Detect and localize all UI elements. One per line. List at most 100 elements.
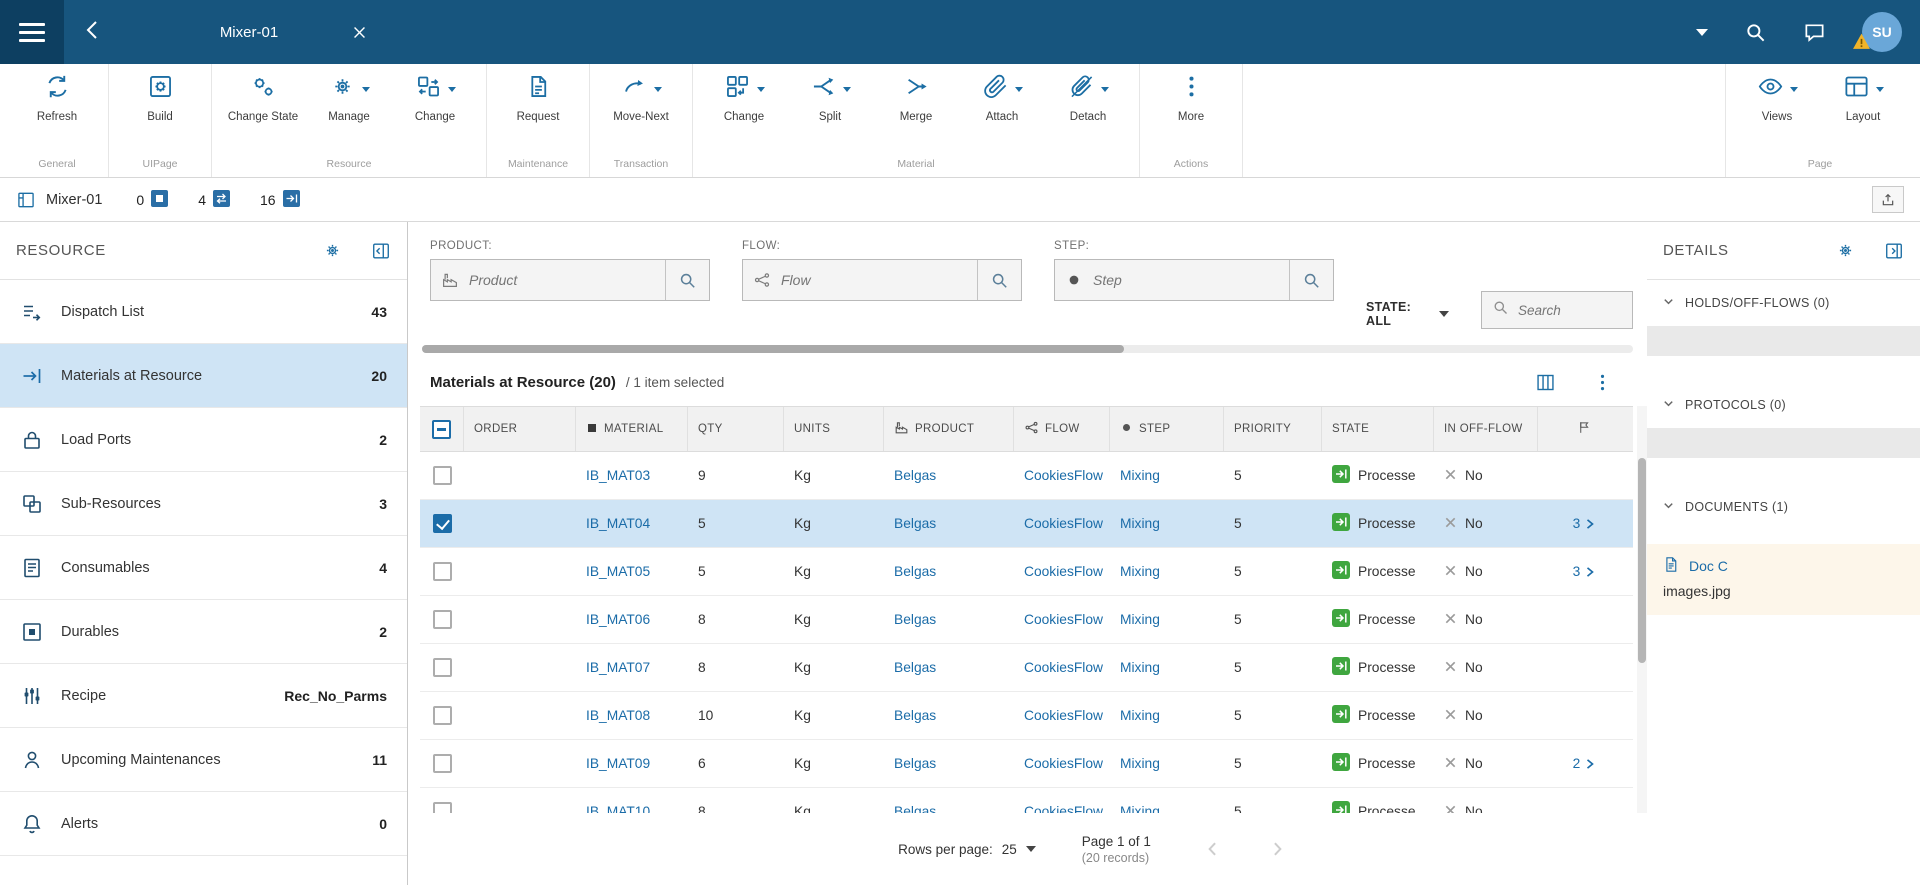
material-link[interactable]: IB_MAT09 — [586, 756, 650, 771]
table-row[interactable]: IB_MAT06 8 Kg Belgas CookiesFlow Mixing … — [420, 596, 1633, 644]
product-link[interactable]: Belgas — [894, 612, 936, 627]
collapse-left-panel-icon[interactable] — [371, 241, 391, 261]
more-button[interactable]: More — [1148, 64, 1234, 124]
row-checkbox[interactable] — [432, 658, 452, 677]
horizontal-scrollbar-thumb[interactable] — [422, 345, 1125, 353]
product-link[interactable]: Belgas — [894, 564, 936, 579]
section-documents[interactable]: DOCUMENTS (1) — [1647, 484, 1920, 530]
material-link[interactable]: IB_MAT07 — [586, 660, 650, 675]
table-row[interactable]: IB_MAT08 10 Kg Belgas CookiesFlow Mixing… — [420, 692, 1633, 740]
split-button[interactable]: Split — [787, 64, 873, 124]
sidebar-item-alerts[interactable]: Alerts 0 — [0, 792, 407, 856]
table-row[interactable]: IB_MAT07 8 Kg Belgas CookiesFlow Mixing … — [420, 644, 1633, 692]
back-button[interactable] — [64, 0, 122, 64]
product-link[interactable]: Belgas — [894, 804, 936, 813]
step-link[interactable]: Mixing — [1120, 708, 1160, 723]
product-link[interactable]: Belgas — [894, 756, 936, 771]
step-link[interactable]: Mixing — [1120, 660, 1160, 675]
material-link[interactable]: IB_MAT06 — [586, 612, 650, 627]
request-button[interactable]: Request — [495, 64, 581, 124]
change-state-button[interactable]: Change State — [220, 64, 306, 124]
step-link[interactable]: Mixing — [1120, 612, 1160, 627]
product-link[interactable]: Belgas — [894, 516, 936, 531]
change-material-button[interactable]: Change — [701, 64, 787, 124]
flow-link[interactable]: CookiesFlow — [1024, 708, 1103, 723]
kebab-menu-icon[interactable] — [1592, 372, 1613, 393]
material-link[interactable]: IB_MAT08 — [586, 708, 650, 723]
holds-count-link[interactable]: 3 — [1573, 516, 1596, 531]
material-link[interactable]: IB_MAT05 — [586, 564, 650, 579]
close-tab-icon[interactable] — [346, 19, 372, 45]
sidebar-item-load-ports[interactable]: Load Ports 2 — [0, 408, 407, 472]
table-row[interactable]: IB_MAT03 9 Kg Belgas CookiesFlow Mixing … — [420, 452, 1633, 500]
table-row-selected[interactable]: IB_MAT04 5 Kg Belgas CookiesFlow Mixing … — [420, 500, 1633, 548]
state-filter-dropdown[interactable]: STATE: ALL — [1366, 300, 1449, 328]
product-link[interactable]: Belgas — [894, 660, 936, 675]
product-link[interactable]: Belgas — [894, 468, 936, 483]
gear-icon[interactable] — [1835, 240, 1856, 261]
vertical-scrollbar-thumb[interactable] — [1638, 458, 1646, 663]
row-checkbox[interactable] — [432, 562, 452, 581]
step-link[interactable]: Mixing — [1120, 756, 1160, 771]
material-link[interactable]: IB_MAT03 — [586, 468, 650, 483]
row-checkbox[interactable] — [432, 610, 452, 629]
previous-page-button[interactable] — [1203, 839, 1223, 859]
merge-button[interactable]: Merge — [873, 64, 959, 124]
build-button[interactable]: Build — [117, 64, 203, 124]
grid-search-field[interactable] — [1518, 302, 1622, 318]
sidebar-item-consumables[interactable]: Consumables 4 — [0, 536, 407, 600]
flow-link[interactable]: CookiesFlow — [1024, 516, 1103, 531]
product-search-field[interactable] — [469, 272, 665, 288]
attach-button[interactable]: Attach — [959, 64, 1045, 124]
refresh-button[interactable]: Refresh — [14, 64, 100, 124]
sidebar-item-durables[interactable]: Durables 2 — [0, 600, 407, 664]
holds-count-link[interactable]: 2 — [1573, 756, 1596, 771]
step-link[interactable]: Mixing — [1120, 804, 1160, 813]
section-holds-off-flows[interactable]: HOLDS/OFF-FLOWS (0) — [1647, 280, 1920, 326]
step-search-field[interactable] — [1093, 272, 1289, 288]
search-icon[interactable] — [1744, 21, 1767, 44]
sidebar-item-recipe[interactable]: Recipe Rec_No_Parms — [0, 664, 407, 728]
flow-link[interactable]: CookiesFlow — [1024, 564, 1103, 579]
row-checkbox[interactable] — [432, 754, 452, 773]
flow-search-field[interactable] — [781, 272, 977, 288]
table-row[interactable]: IB_MAT09 6 Kg Belgas CookiesFlow Mixing … — [420, 740, 1633, 788]
search-icon[interactable] — [977, 260, 1021, 300]
step-link[interactable]: Mixing — [1120, 516, 1160, 531]
row-checkbox-checked[interactable] — [432, 514, 452, 533]
flow-link[interactable]: CookiesFlow — [1024, 804, 1103, 813]
flow-link[interactable]: CookiesFlow — [1024, 660, 1103, 675]
select-all-checkbox[interactable] — [432, 419, 451, 439]
hamburger-menu-button[interactable] — [0, 0, 64, 64]
gear-icon[interactable] — [322, 240, 343, 261]
expand-panel-button[interactable] — [1872, 186, 1904, 213]
table-row[interactable]: IB_MAT05 5 Kg Belgas CookiesFlow Mixing … — [420, 548, 1633, 596]
change-resource-button[interactable]: Change — [392, 64, 478, 124]
sidebar-item-sub-resources[interactable]: Sub-Resources 3 — [0, 472, 407, 536]
flow-link[interactable]: CookiesFlow — [1024, 756, 1103, 771]
table-row[interactable]: IB_MAT10 8 Kg Belgas CookiesFlow Mixing … — [420, 788, 1633, 813]
search-icon[interactable] — [665, 260, 709, 300]
document-link[interactable]: Doc C — [1689, 558, 1728, 574]
section-protocols[interactable]: PROTOCOLS (0) — [1647, 382, 1920, 428]
detach-button[interactable]: Detach — [1045, 64, 1131, 124]
sidebar-item-materials-at-resource[interactable]: Materials at Resource 20 — [0, 344, 407, 408]
step-link[interactable]: Mixing — [1120, 468, 1160, 483]
flow-link[interactable]: CookiesFlow — [1024, 612, 1103, 627]
collapse-right-panel-icon[interactable] — [1884, 241, 1904, 261]
row-checkbox[interactable] — [432, 466, 452, 485]
next-page-button[interactable] — [1267, 839, 1287, 859]
views-button[interactable]: Views — [1734, 64, 1820, 124]
rows-per-page-dropdown[interactable]: Rows per page: 25 — [898, 842, 1036, 857]
material-link[interactable]: IB_MAT04 — [586, 516, 650, 531]
chevron-down-icon[interactable] — [1696, 28, 1708, 36]
tab-mixer-01[interactable]: Mixer-01 — [136, 0, 388, 64]
holds-count-link[interactable]: 3 — [1573, 564, 1596, 579]
search-icon[interactable] — [1289, 260, 1333, 300]
row-checkbox[interactable] — [432, 802, 452, 813]
step-link[interactable]: Mixing — [1120, 564, 1160, 579]
flow-link[interactable]: CookiesFlow — [1024, 468, 1103, 483]
sidebar-item-upcoming-maintenances[interactable]: Upcoming Maintenances 11 — [0, 728, 407, 792]
product-link[interactable]: Belgas — [894, 708, 936, 723]
move-next-button[interactable]: Move-Next — [598, 64, 684, 124]
